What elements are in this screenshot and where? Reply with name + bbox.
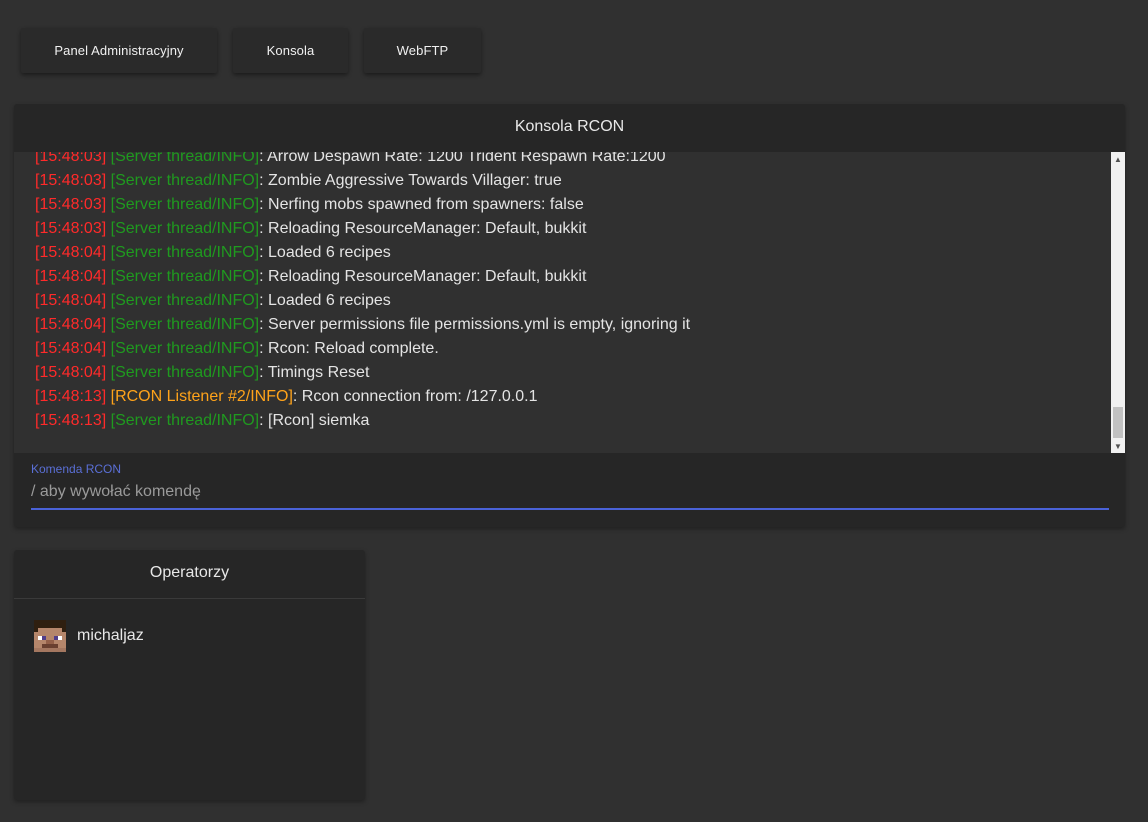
log-message: : Arrow Despawn Rate: 1200 Trident Respa…: [259, 152, 666, 165]
console-log-line: [15:48:04] [Server thread/INFO]: Server …: [35, 313, 690, 337]
console-log-lines: [15:48:03] [Server thread/INFO]: Arrow D…: [35, 152, 690, 433]
log-timestamp: [15:48:04]: [35, 364, 107, 381]
console-log-line: [15:48:13] [Server thread/INFO]: [Rcon] …: [35, 409, 690, 433]
console-log-line: [15:48:04] [Server thread/INFO]: Loaded …: [35, 241, 690, 265]
operator-name: michaljaz: [77, 627, 144, 644]
log-timestamp: [15:48:13]: [35, 412, 107, 429]
log-timestamp: [15:48:03]: [35, 172, 107, 189]
command-input[interactable]: [31, 476, 1109, 510]
console-log-line: [15:48:03] [Server thread/INFO]: Reloadi…: [35, 217, 690, 241]
log-timestamp: [15:48:04]: [35, 292, 107, 309]
top-navigation: Panel Administracyjny Konsola WebFTP: [21, 28, 481, 73]
log-message: : Nerfing mobs spawned from spawners: fa…: [259, 196, 584, 213]
log-timestamp: [15:48:04]: [35, 316, 107, 333]
operators-title: Operatorzy: [149, 564, 230, 581]
log-thread: [RCON Listener #2/INFO]: [110, 388, 293, 405]
log-timestamp: [15:48:03]: [35, 196, 107, 213]
player-head-icon: [34, 620, 66, 652]
console-log-line: [15:48:13] [RCON Listener #2/INFO]: Rcon…: [35, 385, 690, 409]
console-title: Konsola RCON: [514, 118, 625, 135]
operators-card: Operatorzy michaljaz: [14, 550, 365, 800]
log-message: : Reloading ResourceManager: Default, bu…: [259, 268, 587, 285]
log-timestamp: [15:48:03]: [35, 220, 107, 237]
log-timestamp: [15:48:13]: [35, 388, 107, 405]
log-message: : Server permissions file permissions.ym…: [259, 316, 691, 333]
log-message: : Reloading ResourceManager: Default, bu…: [259, 220, 587, 237]
webftp-button[interactable]: WebFTP: [364, 28, 481, 73]
scroll-down-arrow-icon[interactable]: ▼: [1111, 439, 1125, 453]
log-timestamp: [15:48:04]: [35, 268, 107, 285]
log-timestamp: [15:48:03]: [35, 152, 107, 165]
console-log-line: [15:48:03] [Server thread/INFO]: Arrow D…: [35, 152, 690, 169]
log-thread: [Server thread/INFO]: [110, 364, 260, 381]
log-message: : [Rcon] siemka: [259, 412, 370, 429]
console-button[interactable]: Konsola: [233, 28, 348, 73]
rcon-console-card: Konsola RCON [15:48:03] [Server thread/I…: [14, 104, 1125, 527]
console-log[interactable]: [15:48:03] [Server thread/INFO]: Arrow D…: [14, 152, 1125, 453]
log-message: : Rcon connection from: /127.0.0.1: [292, 388, 538, 405]
log-message: : Loaded 6 recipes: [259, 292, 391, 309]
scrollbar-thumb[interactable]: [1113, 407, 1123, 438]
console-log-line: [15:48:03] [Server thread/INFO]: Nerfing…: [35, 193, 690, 217]
log-thread: [Server thread/INFO]: [110, 244, 260, 261]
console-log-line: [15:48:03] [Server thread/INFO]: Zombie …: [35, 169, 690, 193]
log-thread: [Server thread/INFO]: [110, 316, 260, 333]
log-thread: [Server thread/INFO]: [110, 412, 260, 429]
console-scrollbar[interactable]: ▲ ▼: [1111, 152, 1125, 453]
log-timestamp: [15:48:04]: [35, 340, 107, 357]
log-thread: [Server thread/INFO]: [110, 292, 260, 309]
log-thread: [Server thread/INFO]: [110, 268, 260, 285]
console-log-line: [15:48:04] [Server thread/INFO]: Timings…: [35, 361, 690, 385]
console-log-line: [15:48:04] [Server thread/INFO]: Loaded …: [35, 289, 690, 313]
log-thread: [Server thread/INFO]: [110, 220, 260, 237]
log-message: : Rcon: Reload complete.: [259, 340, 439, 357]
log-timestamp: [15:48:04]: [35, 244, 107, 261]
log-message: : Zombie Aggressive Towards Villager: tr…: [259, 172, 562, 189]
log-thread: [Server thread/INFO]: [110, 340, 260, 357]
log-thread: [Server thread/INFO]: [110, 172, 260, 189]
log-message: : Timings Reset: [259, 364, 370, 381]
operator-item[interactable]: michaljaz: [34, 620, 144, 652]
log-thread: [Server thread/INFO]: [110, 196, 260, 213]
operators-divider: [14, 598, 365, 599]
admin-panel-button[interactable]: Panel Administracyjny: [21, 28, 217, 73]
console-log-line: [15:48:04] [Server thread/INFO]: Rcon: R…: [35, 337, 690, 361]
log-message: : Loaded 6 recipes: [259, 244, 391, 261]
console-log-line: [15:48:04] [Server thread/INFO]: Reloadi…: [35, 265, 690, 289]
log-thread: [Server thread/INFO]: [110, 152, 260, 165]
command-label: Komenda RCON: [31, 462, 122, 476]
scroll-up-arrow-icon[interactable]: ▲: [1111, 152, 1125, 166]
